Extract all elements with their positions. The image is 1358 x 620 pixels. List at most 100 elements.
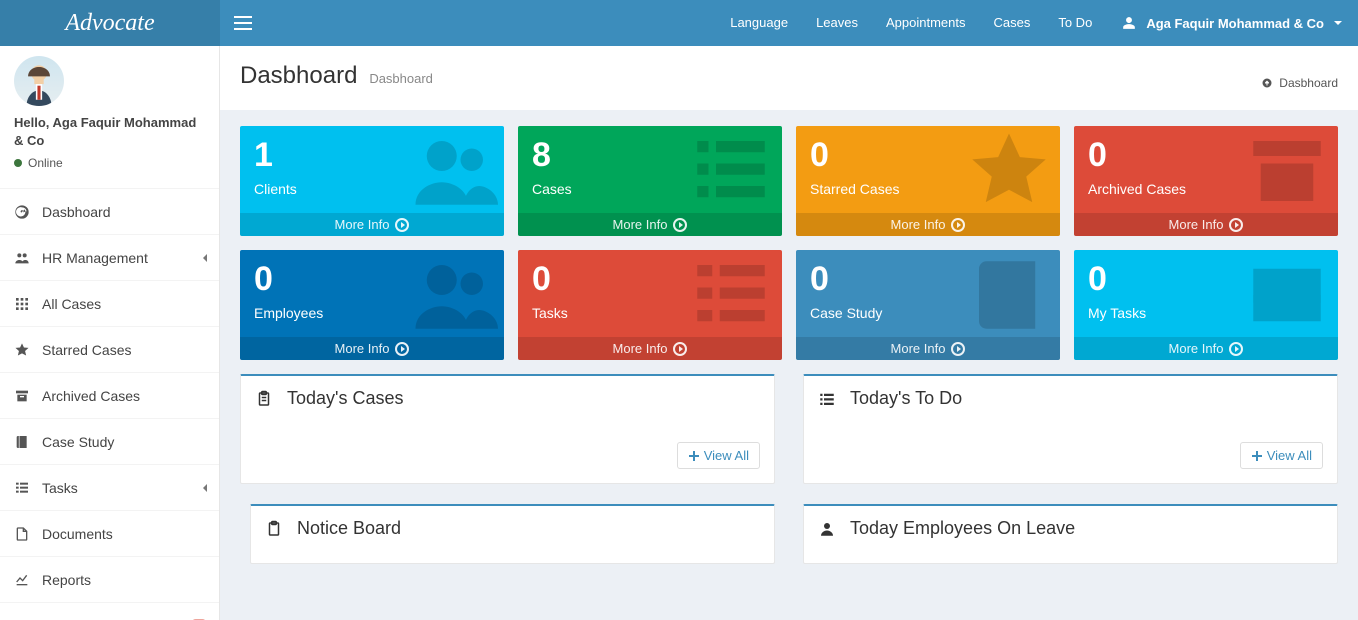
user-icon: [818, 520, 836, 538]
stat-more-link[interactable]: More Info: [240, 213, 504, 236]
chart-icon: [14, 572, 30, 588]
users-icon: [14, 250, 30, 266]
panel-todays-cases: Today's Cases View All: [240, 374, 775, 484]
dashboard-icon: [1261, 77, 1273, 89]
content-header: Dasbhoard Dasbhoard Dasbhoard: [220, 46, 1358, 110]
star-icon: [14, 342, 30, 358]
star-icon: [964, 126, 1054, 216]
sidebar-item-label: Dasbhoard: [42, 204, 111, 220]
arrow-right-icon: [951, 218, 965, 232]
stat-more-link[interactable]: More Info: [1074, 337, 1338, 360]
user-menu-label: Aga Faquir Mohammad & Co: [1146, 16, 1324, 31]
sidebar-menu: Dasbhoard HR Management All Cases Starre…: [0, 188, 219, 620]
sidebar-item-label: Archived Cases: [42, 388, 140, 404]
stat-box-starred: 0 Starred Cases More Info: [796, 126, 1060, 236]
stat-more-link[interactable]: More Info: [518, 337, 782, 360]
panel-notice-board: Notice Board: [250, 504, 775, 564]
panel-title: Today's Cases: [287, 388, 404, 409]
chevron-left-icon: [203, 254, 207, 262]
sidebar-item-allcases[interactable]: All Cases: [0, 280, 219, 326]
nav-appointments[interactable]: Appointments: [872, 0, 980, 46]
sidebar: Hello, Aga Faquir Mohammad & Co Online D…: [0, 46, 220, 620]
users-icon: [408, 126, 498, 216]
arrow-right-icon: [1229, 342, 1243, 356]
sidebar-item-label: HR Management: [42, 250, 148, 266]
stat-boxes-grid: 1 Clients More Info 8 Cases More Info 0 …: [220, 110, 1358, 360]
chevron-left-icon: [203, 484, 207, 492]
panel-employees-leave: Today Employees On Leave: [803, 504, 1338, 564]
sidebar-item-dashboard[interactable]: Dasbhoard: [0, 188, 219, 234]
stat-box-casestudy: 0 Case Study More Info: [796, 250, 1060, 360]
tasks-icon: [686, 250, 776, 340]
arrow-right-icon: [395, 342, 409, 356]
plus-icon: [688, 450, 700, 462]
user-status-label: Online: [28, 156, 63, 170]
stat-more-link[interactable]: More Info: [1074, 213, 1338, 236]
arrow-right-icon: [951, 342, 965, 356]
arrow-right-icon: [673, 218, 687, 232]
stat-box-cases: 8 Cases More Info: [518, 126, 782, 236]
panel-title: Today Employees On Leave: [850, 518, 1075, 539]
sidebar-toggle-button[interactable]: [220, 0, 266, 46]
sidebar-item-label: Case Study: [42, 434, 114, 450]
stat-more-link[interactable]: More Info: [240, 337, 504, 360]
inbox-icon: [1242, 250, 1332, 340]
list-icon: [818, 390, 836, 408]
brand-logo[interactable]: Advocate: [0, 0, 220, 46]
grid-icon: [14, 296, 30, 312]
viewall-button[interactable]: View All: [677, 442, 760, 469]
stat-box-archived: 0 Archived Cases More Info: [1074, 126, 1338, 236]
content-area: Dasbhoard Dasbhoard Dasbhoard 1 Clients …: [220, 46, 1358, 620]
viewall-button[interactable]: View All: [1240, 442, 1323, 469]
sidebar-item-message[interactable]: Message 0: [0, 602, 219, 620]
user-status: Online: [14, 156, 209, 170]
sidebar-item-label: Starred Cases: [42, 342, 131, 358]
panel-todays-todo: Today's To Do View All: [803, 374, 1338, 484]
sidebar-item-starred[interactable]: Starred Cases: [0, 326, 219, 372]
user-greeting: Hello, Aga Faquir Mohammad & Co: [14, 114, 209, 150]
stat-box-tasks: 0 Tasks More Info: [518, 250, 782, 360]
arrow-right-icon: [673, 342, 687, 356]
panel-row-1: Today's Cases View All Today's To Do Vie…: [220, 360, 1358, 484]
top-navbar: Language Leaves Appointments Cases To Do…: [220, 0, 1358, 46]
sidebar-item-documents[interactable]: Documents: [0, 510, 219, 556]
tasks-icon: [14, 480, 30, 496]
sidebar-item-label: Documents: [42, 526, 113, 542]
sidebar-item-reports[interactable]: Reports: [0, 556, 219, 602]
sidebar-item-tasks[interactable]: Tasks: [0, 464, 219, 510]
sidebar-item-label: Reports: [42, 572, 91, 588]
nav-cases[interactable]: Cases: [979, 0, 1044, 46]
book-icon: [964, 250, 1054, 340]
arrow-right-icon: [1229, 218, 1243, 232]
stat-box-mytasks: 0 My Tasks More Info: [1074, 250, 1338, 360]
user-menu[interactable]: Aga Faquir Mohammad & Co: [1106, 0, 1358, 46]
clipboard-icon: [265, 520, 283, 538]
stat-more-link[interactable]: More Info: [796, 213, 1060, 236]
stat-box-employees: 0 Employees More Info: [240, 250, 504, 360]
list-icon: [686, 126, 776, 216]
archive-icon: [14, 388, 30, 404]
panel-title: Today's To Do: [850, 388, 962, 409]
stat-more-link[interactable]: More Info: [796, 337, 1060, 360]
book-icon: [14, 434, 30, 450]
file-icon: [14, 526, 30, 542]
page-subtitle: Dasbhoard: [369, 71, 433, 86]
caret-down-icon: [1334, 21, 1342, 25]
plus-icon: [1251, 450, 1263, 462]
panel-title: Notice Board: [297, 518, 401, 539]
page-title: Dasbhoard: [240, 62, 357, 90]
breadcrumb[interactable]: Dasbhoard: [1261, 76, 1338, 90]
sidebar-item-label: Tasks: [42, 480, 78, 496]
archive-icon: [1242, 126, 1332, 216]
sidebar-item-archived[interactable]: Archived Cases: [0, 372, 219, 418]
nav-todo[interactable]: To Do: [1044, 0, 1106, 46]
arrow-right-icon: [395, 218, 409, 232]
nav-language[interactable]: Language: [716, 0, 802, 46]
users-icon: [408, 250, 498, 340]
nav-leaves[interactable]: Leaves: [802, 0, 872, 46]
online-dot-icon: [14, 159, 22, 167]
sidebar-item-casestudy[interactable]: Case Study: [0, 418, 219, 464]
dashboard-icon: [14, 204, 30, 220]
stat-more-link[interactable]: More Info: [518, 213, 782, 236]
sidebar-item-hr[interactable]: HR Management: [0, 234, 219, 280]
